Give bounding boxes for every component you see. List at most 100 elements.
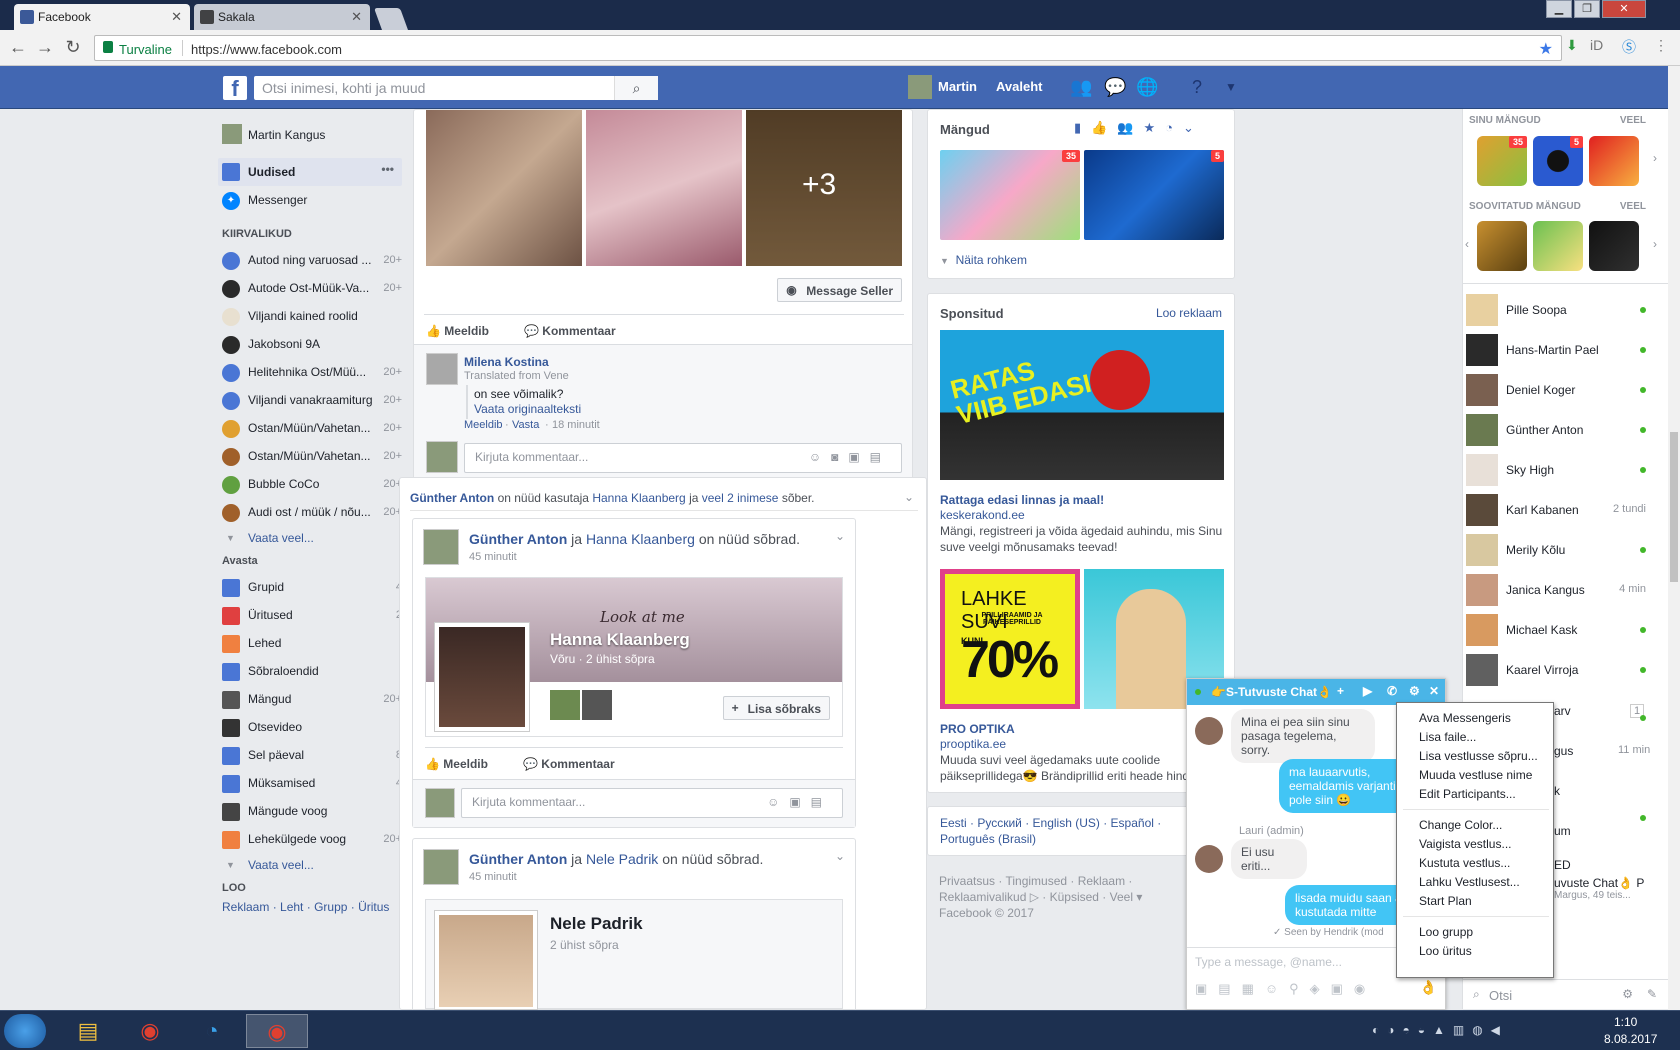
ad-image[interactable]: RATAS VIIB EDASI — [940, 330, 1224, 480]
sidebar-shortcut[interactable]: Helitehnika Ost/Müü... 20+ — [222, 362, 402, 382]
sidebar-explore-item[interactable]: Müksamised4 — [222, 773, 402, 793]
create-page-link[interactable]: Leht — [280, 900, 303, 914]
comment-input[interactable]: Kirjuta kommentaar... ☺▣▤ — [461, 788, 843, 818]
back-icon[interactable]: ← — [8, 38, 28, 56]
tab-facebook[interactable]: Facebook ✕ — [14, 4, 190, 30]
sidebar-shortcut[interactable]: Audi ost / müük / nõu... 20+ — [222, 502, 402, 522]
maximize-button[interactable]: ❐ — [1574, 0, 1600, 18]
avatar[interactable] — [1195, 717, 1223, 745]
ad-image[interactable]: LAHKE SUVI PRILLIRAAMID JA PÄIKESEPRILLI… — [940, 569, 1080, 709]
emoji-camera-gif-sticker-icons[interactable]: ☺◙▣▤ — [809, 450, 891, 464]
friend-card[interactable]: Nele Padrik 2 ühist sõpra — [425, 899, 843, 1010]
menu-item[interactable]: Start Plan — [1419, 894, 1472, 908]
menu-item[interactable]: Change Color... — [1419, 818, 1502, 832]
new-tab-button[interactable] — [373, 8, 409, 30]
sidebar-shortcut[interactable]: Bubble CoCo 20+ — [222, 474, 402, 494]
menu-item[interactable]: Loo grupp — [1419, 925, 1473, 939]
chat-friend-partial[interactable]: uvuste Chat👌 P — [1554, 876, 1644, 890]
skype-icon[interactable]: Ⓢ — [1622, 37, 1636, 57]
menu-item[interactable]: Lisa faile... — [1419, 730, 1476, 744]
ad-domain[interactable]: keskerakond.ee — [940, 508, 1025, 522]
thumbs-up-icon[interactable]: 👌 — [1420, 979, 1437, 996]
game-tile[interactable]: 5 — [1533, 136, 1583, 186]
game-tile[interactable] — [1477, 221, 1527, 271]
mutual-friend-thumb[interactable] — [582, 690, 612, 720]
chevron-down-icon[interactable]: ⌄ — [835, 529, 845, 543]
others-link[interactable]: veel 2 inimese — [702, 491, 779, 505]
sidebar-explore-item[interactable]: Sõbraloendid — [222, 661, 402, 681]
star-icon[interactable]: ★ — [1539, 39, 1553, 59]
facebook-logo-icon[interactable]: f — [223, 76, 247, 101]
system-tray-icons[interactable]: ◐◑◓◒▲▥◍◀ — [1372, 1023, 1508, 1037]
ad-title[interactable]: PRO OPTIKA — [940, 722, 1015, 736]
create-event-link[interactable]: Üritus — [358, 900, 389, 914]
see-more-link[interactable]: VEEL — [1620, 201, 1646, 212]
chevron-down-icon[interactable]: ⌄ — [904, 490, 914, 504]
sidebar-shortcut[interactable]: Ostan/Müün/Vahetan... 20+ — [222, 446, 402, 466]
sidebar-item-news-feed[interactable]: Uudised ••• — [218, 158, 402, 186]
close-tab-icon[interactable]: ✕ — [171, 9, 182, 25]
profile-picture[interactable] — [434, 910, 538, 1010]
extension-icon[interactable]: iD — [1590, 37, 1603, 53]
sidebar-shortcut[interactable]: Viljandi kained roolid — [222, 306, 402, 326]
chrome-active-icon[interactable]: ◉ — [246, 1014, 308, 1048]
avatar[interactable] — [908, 75, 932, 99]
game-tile[interactable] — [1589, 136, 1639, 186]
sidebar-explore-item[interactable]: Sel päeval8 — [222, 745, 402, 765]
home-link[interactable]: Avaleht — [996, 79, 1042, 94]
message-seller-button[interactable]: ◉ Message Seller — [777, 278, 902, 302]
see-more-link[interactable]: Vaata veel... ▼ — [222, 855, 402, 875]
phone-icon[interactable]: ✆ — [1387, 684, 1397, 698]
chat-friend-partial[interactable]: arv 1 — [1554, 704, 1645, 718]
extension-icon[interactable]: ⬇ — [1566, 37, 1578, 54]
games-filter-icons[interactable]: ▮👍👥★◔⌄ — [1074, 120, 1204, 136]
chat-friend-item[interactable]: Günther Anton — [1466, 410, 1662, 450]
friend-name[interactable]: Nele Padrik — [550, 914, 643, 934]
actor-link[interactable]: Günther Anton — [469, 851, 567, 867]
chat-friend-item[interactable]: Deniel Koger — [1466, 370, 1662, 410]
sidebar-explore-item[interactable]: Mängude voog — [222, 801, 402, 821]
post-photo[interactable] — [586, 110, 742, 266]
messenger-icon[interactable]: 💬 — [1104, 77, 1126, 98]
game-tile-bubble-coco[interactable]: 35 — [940, 150, 1080, 240]
create-ad-link[interactable]: Reklaam — [222, 900, 269, 914]
friend-link[interactable]: Hanna Klaanberg — [592, 491, 685, 505]
sidebar-explore-item[interactable]: Lehed — [222, 633, 402, 653]
see-original-link[interactable]: Vaata originaalteksti — [474, 402, 581, 416]
account-menu-chevron-icon[interactable]: ▼ — [1220, 80, 1242, 94]
gear-icon[interactable]: ⚙ — [1622, 987, 1633, 1001]
profile-link[interactable]: Martin — [938, 79, 977, 94]
sidebar-shortcut[interactable]: Autod ning varuosad ... 20+ — [222, 250, 402, 270]
sidebar-shortcut[interactable]: Ostan/Müün/Vahetan... 20+ — [222, 418, 402, 438]
chrome-icon[interactable]: ◉ — [126, 1014, 174, 1048]
chevron-down-icon[interactable]: ⌄ — [835, 849, 845, 863]
ad-title[interactable]: Rattaga edasi linnas ja maal! — [940, 493, 1104, 507]
sidebar-shortcut[interactable]: Viljandi vanakraamiturg 20+ — [222, 390, 402, 410]
chevron-right-icon[interactable]: › — [1653, 237, 1657, 251]
comment-button[interactable]: 💬 Kommentaar — [524, 324, 616, 338]
chevron-left-icon[interactable]: ‹ — [1465, 237, 1469, 251]
chat-friend-item[interactable]: Sky High — [1466, 450, 1662, 490]
friend-link[interactable]: Nele Padrik — [586, 851, 658, 867]
close-window-button[interactable]: ✕ — [1602, 0, 1646, 18]
chat-friend-item[interactable]: Michael Kask — [1466, 610, 1662, 650]
show-more-link[interactable]: ▼ Näita rohkem — [940, 253, 1027, 267]
menu-item[interactable]: Lisa vestlusse sõpru... — [1419, 749, 1538, 763]
create-group-link[interactable]: Grupp — [314, 900, 347, 914]
see-more-link[interactable]: VEEL — [1620, 115, 1646, 126]
sidebar-explore-item[interactable]: Grupid4 — [222, 577, 402, 597]
new-message-icon[interactable]: ✎ — [1647, 987, 1657, 1001]
chat-friend-item[interactable]: Pille Soopa — [1466, 290, 1662, 330]
composer-tool-icons[interactable]: ▣▤▦☺⚲◈▣◉ — [1195, 981, 1376, 997]
help-icon[interactable]: ? — [1186, 77, 1208, 98]
file-explorer-icon[interactable]: ▤ — [64, 1014, 112, 1048]
friend-requests-icon[interactable]: 👥 — [1070, 77, 1092, 98]
chat-friend-partial[interactable]: ED — [1554, 858, 1571, 872]
game-tile[interactable]: 35 — [1477, 136, 1527, 186]
clock-time[interactable]: 1:10 — [1614, 1015, 1637, 1029]
chat-search[interactable]: ⌕ Otsi ⚙ ✎ — [1463, 979, 1669, 1009]
chevron-right-icon[interactable]: › — [1653, 151, 1657, 165]
like-button[interactable]: 👍 Meeldib — [426, 324, 489, 338]
chat-friend-item[interactable]: Karl Kabanen 2 tundi — [1466, 490, 1662, 530]
avatar[interactable] — [426, 353, 458, 385]
